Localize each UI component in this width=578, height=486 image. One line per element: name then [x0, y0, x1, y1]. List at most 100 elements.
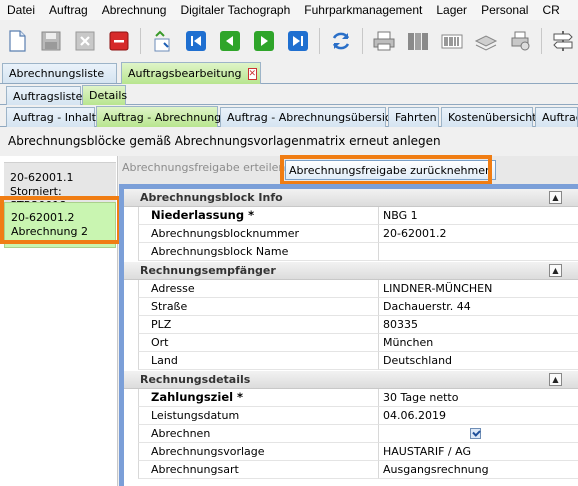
first-record-icon[interactable]	[183, 28, 209, 54]
highlight-frame	[280, 155, 492, 185]
previous-record-icon[interactable]	[217, 28, 243, 54]
grid-row[interactable]: Ort München	[124, 334, 578, 352]
last-record-icon[interactable]	[285, 28, 311, 54]
toolbar-separator	[140, 28, 141, 54]
refresh-icon[interactable]	[328, 28, 354, 54]
row-value[interactable]: 80335	[379, 316, 578, 334]
menu-personal[interactable]: Personal	[474, 3, 535, 17]
list-item-number: 20-62001.1	[10, 171, 74, 184]
row-value[interactable]	[379, 425, 578, 443]
tab-label: Auftragsbearbeitung	[128, 67, 242, 80]
tab-label: Auftrag	[542, 111, 577, 124]
sub-tab-bar: Auftragsliste Details	[0, 85, 578, 105]
tab-auftragsbearbeitung[interactable]: Auftragsbearbeitung ✕	[121, 62, 261, 84]
row-label: Abrechnungsblock Name	[138, 243, 379, 261]
highlight-frame	[0, 196, 121, 244]
release-billing-button[interactable]: Abrechnungsfreigabe erteilen	[122, 161, 285, 174]
tab-label: Auftragsliste	[13, 89, 83, 103]
tab-label: Details	[89, 89, 128, 102]
row-value[interactable]	[379, 243, 578, 261]
section-title: Abrechnungsblock Info	[140, 191, 283, 204]
menu-lager[interactable]: Lager	[429, 3, 474, 17]
grid-row[interactable]: Abrechnungsart Ausgangsrechnung	[124, 461, 578, 479]
info-text[interactable]: Abrechnungsblöcke gemäß Abrechnungsvorla…	[8, 134, 441, 148]
row-label: Abrechnungsvorlage	[138, 443, 379, 461]
cancel-icon[interactable]	[72, 28, 98, 54]
menu-datei[interactable]: Datei	[0, 3, 42, 17]
tab-auftragsliste[interactable]: Auftragsliste	[6, 86, 83, 105]
collapse-icon[interactable]: ▲	[549, 264, 562, 277]
grid-row[interactable]: Abrechnungsblocknummer 20-62001.2	[124, 225, 578, 243]
row-label: Niederlassung *	[138, 207, 379, 225]
tab-abrechnungsliste[interactable]: Abrechnungsliste	[2, 63, 117, 83]
row-value[interactable]: 20-62001.2	[379, 225, 578, 243]
grid-row[interactable]: Land Deutschland	[124, 352, 578, 370]
tab-details[interactable]: Details	[82, 85, 128, 105]
menu-abrechnung[interactable]: Abrechnung	[95, 3, 174, 17]
new-document-icon[interactable]	[4, 28, 30, 54]
row-value[interactable]: 30 Tage netto	[379, 389, 578, 407]
stack-icon[interactable]	[473, 28, 499, 54]
tab-auftrag-abrechnungsuebersicht[interactable]: Auftrag - Abrechnungsübersicht	[220, 107, 402, 127]
toolbar-separator	[319, 28, 320, 54]
abrechnen-checkbox[interactable]	[470, 428, 481, 439]
row-value[interactable]: München	[379, 334, 578, 352]
row-label: PLZ	[138, 316, 379, 334]
next-record-icon[interactable]	[251, 28, 277, 54]
grid-row[interactable]: Abrechnungsvorlage HAUSTARIF / AG	[124, 443, 578, 461]
row-value[interactable]: 04.06.2019	[379, 407, 578, 425]
signpost-icon[interactable]	[550, 28, 576, 54]
collapse-icon[interactable]: ▲	[549, 373, 562, 386]
collapse-icon[interactable]: ▲	[549, 191, 562, 204]
menu-bar: Datei Auftrag Abrechnung Digitaler Tacho…	[0, 0, 578, 20]
section-header-details[interactable]: Rechnungsdetails ▲	[124, 371, 578, 389]
row-value[interactable]: NBG 1	[379, 207, 578, 225]
section-header-info[interactable]: Abrechnungsblock Info ▲	[124, 189, 578, 207]
menu-digitaler-tachograph[interactable]: Digitaler Tachograph	[173, 3, 297, 17]
barcode-icon[interactable]	[439, 28, 465, 54]
row-label: Abrechnungsblocknummer	[138, 225, 379, 243]
grid-row[interactable]: PLZ 80335	[124, 316, 578, 334]
toolbar	[0, 22, 578, 60]
document-binder-icon[interactable]	[405, 28, 431, 54]
row-label: Ort	[138, 334, 379, 352]
tab-fahrten[interactable]: Fahrten	[388, 107, 439, 127]
row-value[interactable]: LINDNER-MÜNCHEN	[379, 280, 578, 298]
row-value[interactable]: HAUSTARIF / AG	[379, 443, 578, 461]
tab-kostenuebersicht[interactable]: Kostenübersicht	[441, 107, 537, 127]
menu-auftrag[interactable]: Auftrag	[42, 3, 95, 17]
row-label: Land	[138, 352, 379, 370]
toolbar-separator	[541, 28, 542, 54]
tab-auftrag[interactable]: Auftrag	[535, 107, 578, 127]
grid-row[interactable]: Adresse LINDNER-MÜNCHEN	[124, 280, 578, 298]
swap-icon[interactable]	[149, 28, 175, 54]
tab-label: Abrechnungsliste	[9, 67, 105, 80]
row-value[interactable]: Dachauerstr. 44	[379, 298, 578, 316]
tab-label: Kostenübersicht	[448, 111, 537, 124]
grid-row[interactable]: Abrechnungsblock Name	[124, 243, 578, 261]
menu-fuhrparkmanagement[interactable]: Fuhrparkmanagement	[297, 3, 429, 17]
row-value[interactable]: Deutschland	[379, 352, 578, 370]
section-header-recipient[interactable]: Rechnungsempfänger ▲	[124, 262, 578, 280]
row-label: Leistungsdatum	[138, 407, 379, 425]
tab-auftrag-inhalt[interactable]: Auftrag - Inhalt	[6, 107, 96, 127]
row-value[interactable]: Ausgangsrechnung	[379, 461, 578, 479]
grid-row[interactable]: Zahlungsziel * 30 Tage netto	[124, 389, 578, 407]
grid-row[interactable]: Straße Dachauerstr. 44	[124, 298, 578, 316]
tab-label: Auftrag - Abrechnung	[103, 110, 222, 124]
save-icon[interactable]	[38, 28, 64, 54]
print-preview-icon[interactable]	[507, 28, 533, 54]
grid-row[interactable]: Niederlassung * NBG 1	[124, 207, 578, 225]
property-grid: Abrechnungsblock Info ▲ Niederlassung * …	[124, 189, 578, 486]
menu-cr[interactable]: CR	[535, 3, 566, 17]
row-label: Straße	[138, 298, 379, 316]
grid-row[interactable]: Abrechnen	[124, 425, 578, 443]
row-label: Adresse	[138, 280, 379, 298]
delete-icon[interactable]	[106, 28, 132, 54]
tab-label: Fahrten	[395, 111, 437, 124]
close-icon[interactable]: ✕	[247, 67, 258, 80]
tab-auftrag-abrechnung[interactable]: Auftrag - Abrechnung	[96, 106, 222, 127]
print-icon[interactable]	[371, 28, 397, 54]
toolbar-separator	[362, 28, 363, 54]
grid-row[interactable]: Leistungsdatum 04.06.2019	[124, 407, 578, 425]
